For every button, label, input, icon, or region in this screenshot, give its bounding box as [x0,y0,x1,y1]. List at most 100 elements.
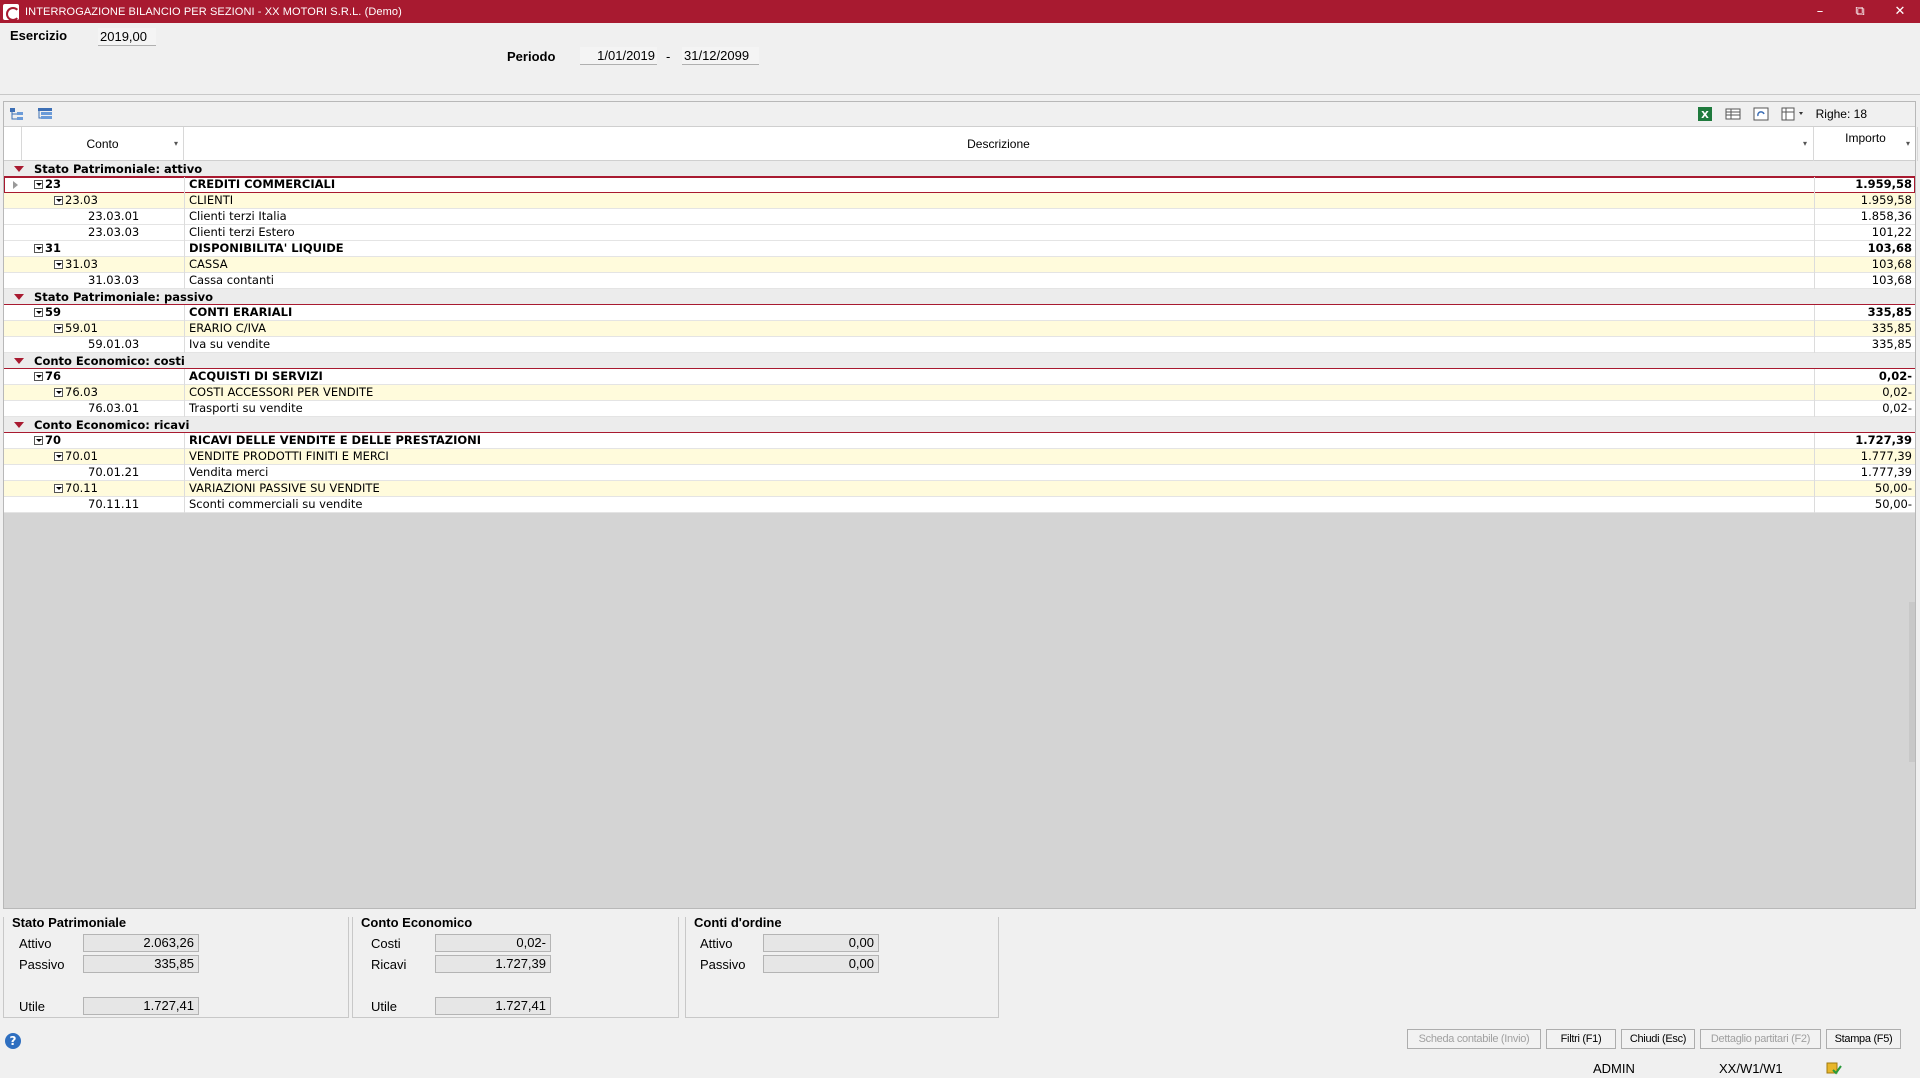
importo-cell: 0,02- [1814,385,1918,401]
utile-label: Utile [19,999,46,1014]
vertical-scrollbar[interactable] [1909,602,1915,762]
descrizione-column-header[interactable]: Descrizione [184,127,1814,161]
conto-column-header[interactable]: Conto [22,127,184,161]
periodo-from-field[interactable]: 1/01/2019 [580,47,657,65]
importo-cell: 1.959,58 [1814,177,1918,193]
importo-cell: 103,68 [1814,273,1918,289]
table-row[interactable]: 23.03.03 Clienti terzi Estero 101,22 [4,225,1915,241]
costi-value: 0,02- [435,934,551,952]
collapse-all-icon[interactable] [36,106,54,122]
expand-toggle-icon[interactable] [54,324,63,333]
column-chooser-icon[interactable] [1780,106,1808,122]
restore-button[interactable]: ⧉ [1840,0,1880,23]
grid-toolbar: X Righe: 18 [4,102,1915,127]
filter-header: Esercizio 2019,00 Periodo 1/01/2019 - 31… [0,23,1920,95]
table-row[interactable]: 70 RICAVI DELLE VENDITE E DELLE PRESTAZI… [4,433,1915,449]
importo-cell: 335,85 [1814,321,1918,337]
conto-cell: 23.03.03 [88,225,140,239]
dettaglio-partitari-button[interactable]: Dettaglio partitari (F2) [1700,1029,1821,1049]
group-row[interactable]: Conto Economico: ricavi [4,417,1915,433]
importo-cell: 1.959,58 [1814,193,1918,209]
conto-economico-panel: Conto Economico Costi 0,02- Ricavi 1.727… [352,915,679,1018]
help-icon[interactable]: ? [5,1033,21,1049]
attivo-label: Attivo [700,936,733,951]
expand-toggle-icon[interactable] [34,180,43,189]
group-row[interactable]: Stato Patrimoniale: attivo [4,161,1915,177]
passivo-value: 335,85 [83,955,199,973]
table-row[interactable]: 31.03.03 Cassa contanti 103,68 [4,273,1915,289]
filtri-button[interactable]: Filtri (F1) [1546,1029,1616,1049]
current-row-indicator-icon [13,181,18,189]
table-row[interactable]: 23 CREDITI COMMERCIALI 1.959,58 [4,177,1915,193]
expand-toggle-icon[interactable] [34,308,43,317]
collapse-group-icon[interactable] [14,358,24,364]
group-row[interactable]: Stato Patrimoniale: passivo [4,289,1915,305]
stampa-button[interactable]: Stampa (F5) [1826,1029,1901,1049]
table-row[interactable]: 70.01.21 Vendita merci 1.777,39 [4,465,1915,481]
table-row[interactable]: 76.03 COSTI ACCESSORI PER VENDITE 0,02- [4,385,1915,401]
table-row[interactable]: 76 ACQUISTI DI SERVIZI 0,02- [4,369,1915,385]
table-row[interactable]: 23.03.01 Clienti terzi Italia 1.858,36 [4,209,1915,225]
conto-cell: 31.03.03 [88,273,140,287]
expand-toggle-icon[interactable] [34,244,43,253]
table-row[interactable]: 59 CONTI ERARIALI 335,85 [4,305,1915,321]
importo-cell: 103,68 [1814,257,1918,273]
expand-toggle-icon[interactable] [34,372,43,381]
expand-toggle-icon[interactable] [54,452,63,461]
expand-toggle-icon[interactable] [54,260,63,269]
chiudi-button[interactable]: Chiudi (Esc) [1621,1029,1695,1049]
expand-toggle-icon[interactable] [54,484,63,493]
column-header: Conto ▾ Descrizione ▾ Importo ▾ [4,127,1918,161]
grid-view-icon[interactable] [1724,106,1742,122]
utile-value: 1.727,41 [83,997,199,1015]
table-row[interactable]: 70.11.11 Sconti commerciali su vendite 5… [4,497,1915,513]
collapse-group-icon[interactable] [14,166,24,172]
expand-toggle-icon[interactable] [54,196,63,205]
periodo-separator: - [666,49,671,64]
expand-toggle-icon[interactable] [54,388,63,397]
costi-label: Costi [371,936,401,951]
scheda-contabile-button[interactable]: Scheda contabile (Invio) [1407,1029,1541,1049]
close-button[interactable]: ✕ [1880,0,1920,23]
importo-filter-dropdown-icon[interactable]: ▾ [1902,136,1914,152]
bilancio-grid: X Righe: 18 Conto ▾ Descrizione ▾ Import… [3,101,1918,909]
table-row[interactable]: 76.03.01 Trasporti su vendite 0,02- [4,401,1915,417]
descrizione-cell: Iva su vendite [184,337,1814,353]
periodo-to-field[interactable]: 31/12/2099 [682,47,759,65]
importo-cell: 0,02- [1814,401,1918,417]
table-row[interactable]: 59.01.03 Iva su vendite 335,85 [4,337,1915,353]
descrizione-cell: Trasporti su vendite [184,401,1814,417]
passivo-label: Passivo [19,957,65,972]
table-row[interactable]: 31.03 CASSA 103,68 [4,257,1915,273]
conto-filter-dropdown-icon[interactable]: ▾ [170,136,182,152]
importo-cell: 335,85 [1814,305,1918,321]
descrizione-cell: Vendita merci [184,465,1814,481]
refresh-layout-icon[interactable] [1752,106,1770,122]
conto-cell: 59.01.03 [88,337,140,351]
table-row[interactable]: 23.03 CLIENTI 1.959,58 [4,193,1915,209]
table-row[interactable]: 70.01 VENDITE PRODOTTI FINITI E MERCI 1.… [4,449,1915,465]
table-row[interactable]: 31 DISPONIBILITA' LIQUIDE 103,68 [4,241,1915,257]
stato-patrimoniale-panel: Stato Patrimoniale Attivo 2.063,26 Passi… [3,915,349,1018]
descrizione-cell: CLIENTI [184,193,1814,209]
conto-cell: 23 [45,177,62,191]
esercizio-field[interactable]: 2019,00 [98,28,156,46]
utile-label: Utile [371,999,398,1014]
excel-export-icon[interactable]: X [1696,106,1714,122]
importo-cell: 0,02- [1814,369,1918,385]
descrizione-cell: ACQUISTI DI SERVIZI [184,369,1814,385]
window-title: INTERROGAZIONE BILANCIO PER SEZIONI - XX… [25,5,402,18]
collapse-group-icon[interactable] [14,422,24,428]
expand-toggle-icon[interactable] [34,436,43,445]
table-row[interactable]: 59.01 ERARIO C/IVA 335,85 [4,321,1915,337]
descrizione-filter-dropdown-icon[interactable]: ▾ [1799,136,1811,152]
table-row[interactable]: 70.11 VARIAZIONI PASSIVE SU VENDITE 50,0… [4,481,1915,497]
descrizione-cell: VARIAZIONI PASSIVE SU VENDITE [184,481,1814,497]
group-row[interactable]: Conto Economico: costi [4,353,1915,369]
expand-all-icon[interactable] [8,106,26,122]
svg-text:X: X [1701,110,1709,121]
importo-cell: 335,85 [1814,337,1918,353]
minimize-button[interactable]: – [1800,0,1840,23]
collapse-group-icon[interactable] [14,294,24,300]
row-count: Righe: 18 [1815,107,1867,121]
